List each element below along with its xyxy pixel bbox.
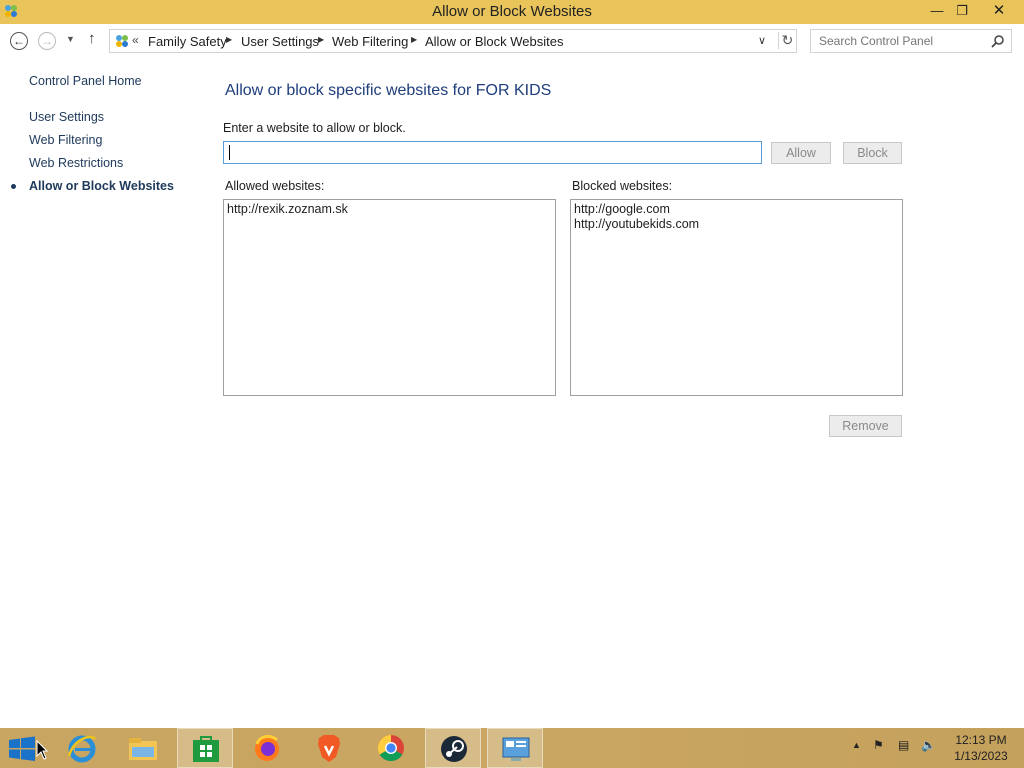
list-item[interactable]: http://rexik.zoznam.sk xyxy=(227,202,552,217)
allowed-websites-label: Allowed websites: xyxy=(225,179,325,193)
taskbar-firefox[interactable] xyxy=(239,728,295,768)
taskbar-internet-explorer[interactable] xyxy=(54,728,110,768)
refresh-icon[interactable]: ↻ xyxy=(778,32,796,49)
allowed-websites-list[interactable]: http://rexik.zoznam.sk xyxy=(223,199,556,396)
control-panel-icon xyxy=(116,35,128,47)
window-title: Allow or Block Websites xyxy=(432,3,592,20)
brave-icon xyxy=(318,735,340,762)
breadcrumb-overflow-icon[interactable]: « xyxy=(132,33,139,47)
control-panel-home-link[interactable]: Control Panel Home xyxy=(29,74,142,88)
back-button[interactable]: ← xyxy=(10,32,28,50)
restore-icon[interactable]: ❐ xyxy=(947,0,977,22)
action-center-flag-icon[interactable]: ⚑ xyxy=(873,738,884,752)
breadcrumb-separator-icon[interactable]: ▶ xyxy=(226,35,232,44)
breadcrumb-family-safety[interactable]: Family Safety xyxy=(148,34,227,49)
list-item[interactable]: http://google.com xyxy=(574,202,899,217)
taskbar-control-panel[interactable] xyxy=(487,728,543,768)
search-icon[interactable] xyxy=(991,34,1005,48)
up-arrow-icon[interactable]: ↑ xyxy=(88,30,96,47)
volume-muted-icon[interactable]: 🔈 xyxy=(921,738,936,752)
system-clock[interactable]: 12:13 PM 1/13/2023 xyxy=(948,732,1014,764)
steam-icon xyxy=(441,736,467,762)
file-explorer-icon xyxy=(129,738,157,760)
allow-button[interactable]: Allow xyxy=(771,142,831,164)
address-dropdown-chevron-down-icon[interactable]: ∨ xyxy=(758,34,766,47)
address-bar[interactable]: « Family Safety ▶ User Settings ▶ Web Fi… xyxy=(109,29,797,53)
taskbar-file-explorer[interactable] xyxy=(115,728,171,768)
search-input[interactable] xyxy=(811,30,981,52)
text-cursor xyxy=(229,145,230,160)
breadcrumb-web-filtering[interactable]: Web Filtering xyxy=(332,34,408,49)
website-input[interactable] xyxy=(223,141,762,164)
sidebar-item-allow-or-block-websites[interactable]: Allow or Block Websites xyxy=(29,179,174,193)
breadcrumb-user-settings[interactable]: User Settings xyxy=(241,34,319,49)
sidebar-item-web-restrictions[interactable]: Web Restrictions xyxy=(29,156,123,170)
title-bar: Allow or Block Websites — ❐ ✕ xyxy=(0,0,1024,24)
close-icon[interactable]: ✕ xyxy=(979,0,1019,22)
blocked-websites-label: Blocked websites: xyxy=(572,179,673,193)
sidebar-item-user-settings[interactable]: User Settings xyxy=(29,110,104,124)
taskbar: ▲ ⚑ ▤ 🔈 xyxy=(0,728,1024,768)
clock-time: 12:13 PM xyxy=(955,733,1007,747)
search-box[interactable] xyxy=(810,29,1012,53)
firefox-icon xyxy=(255,735,279,761)
sidebar-item-web-filtering[interactable]: Web Filtering xyxy=(29,133,102,147)
website-input-label: Enter a website to allow or block. xyxy=(223,121,406,135)
taskbar-brave[interactable] xyxy=(301,728,357,768)
internet-explorer-icon xyxy=(67,735,97,763)
taskbar-store[interactable] xyxy=(177,728,233,768)
mouse-pointer-icon xyxy=(36,740,48,760)
breadcrumb-separator-icon[interactable]: ▶ xyxy=(318,35,324,44)
navigation-bar: ← → ▼ ↑ « Family Safety ▶ User Settings … xyxy=(0,24,1024,58)
clock-date: 1/13/2023 xyxy=(954,749,1008,763)
taskbar-steam[interactable] xyxy=(425,728,481,768)
taskbar-chrome[interactable] xyxy=(363,728,419,768)
chrome-icon xyxy=(377,734,404,762)
page-title: Allow or block specific websites for FOR… xyxy=(225,82,552,99)
show-hidden-icons-chevron-up-icon[interactable]: ▲ xyxy=(852,740,861,750)
blocked-websites-list[interactable]: http://google.com http://youtubekids.com xyxy=(570,199,903,396)
current-page-bullet-icon xyxy=(11,184,16,189)
forward-button[interactable]: → xyxy=(38,32,56,50)
store-icon xyxy=(193,736,219,762)
windows-start-icon[interactable] xyxy=(8,736,36,762)
remove-button[interactable]: Remove xyxy=(829,415,902,437)
control-panel-icon xyxy=(502,737,530,761)
recent-locations-chevron-down-icon[interactable]: ▼ xyxy=(66,34,75,44)
breadcrumb-allow-or-block-websites[interactable]: Allow or Block Websites xyxy=(425,34,563,49)
block-button[interactable]: Block xyxy=(843,142,902,164)
list-item[interactable]: http://youtubekids.com xyxy=(574,217,899,232)
network-icon[interactable]: ▤ xyxy=(898,738,909,752)
breadcrumb-separator-icon[interactable]: ▶ xyxy=(411,35,417,44)
